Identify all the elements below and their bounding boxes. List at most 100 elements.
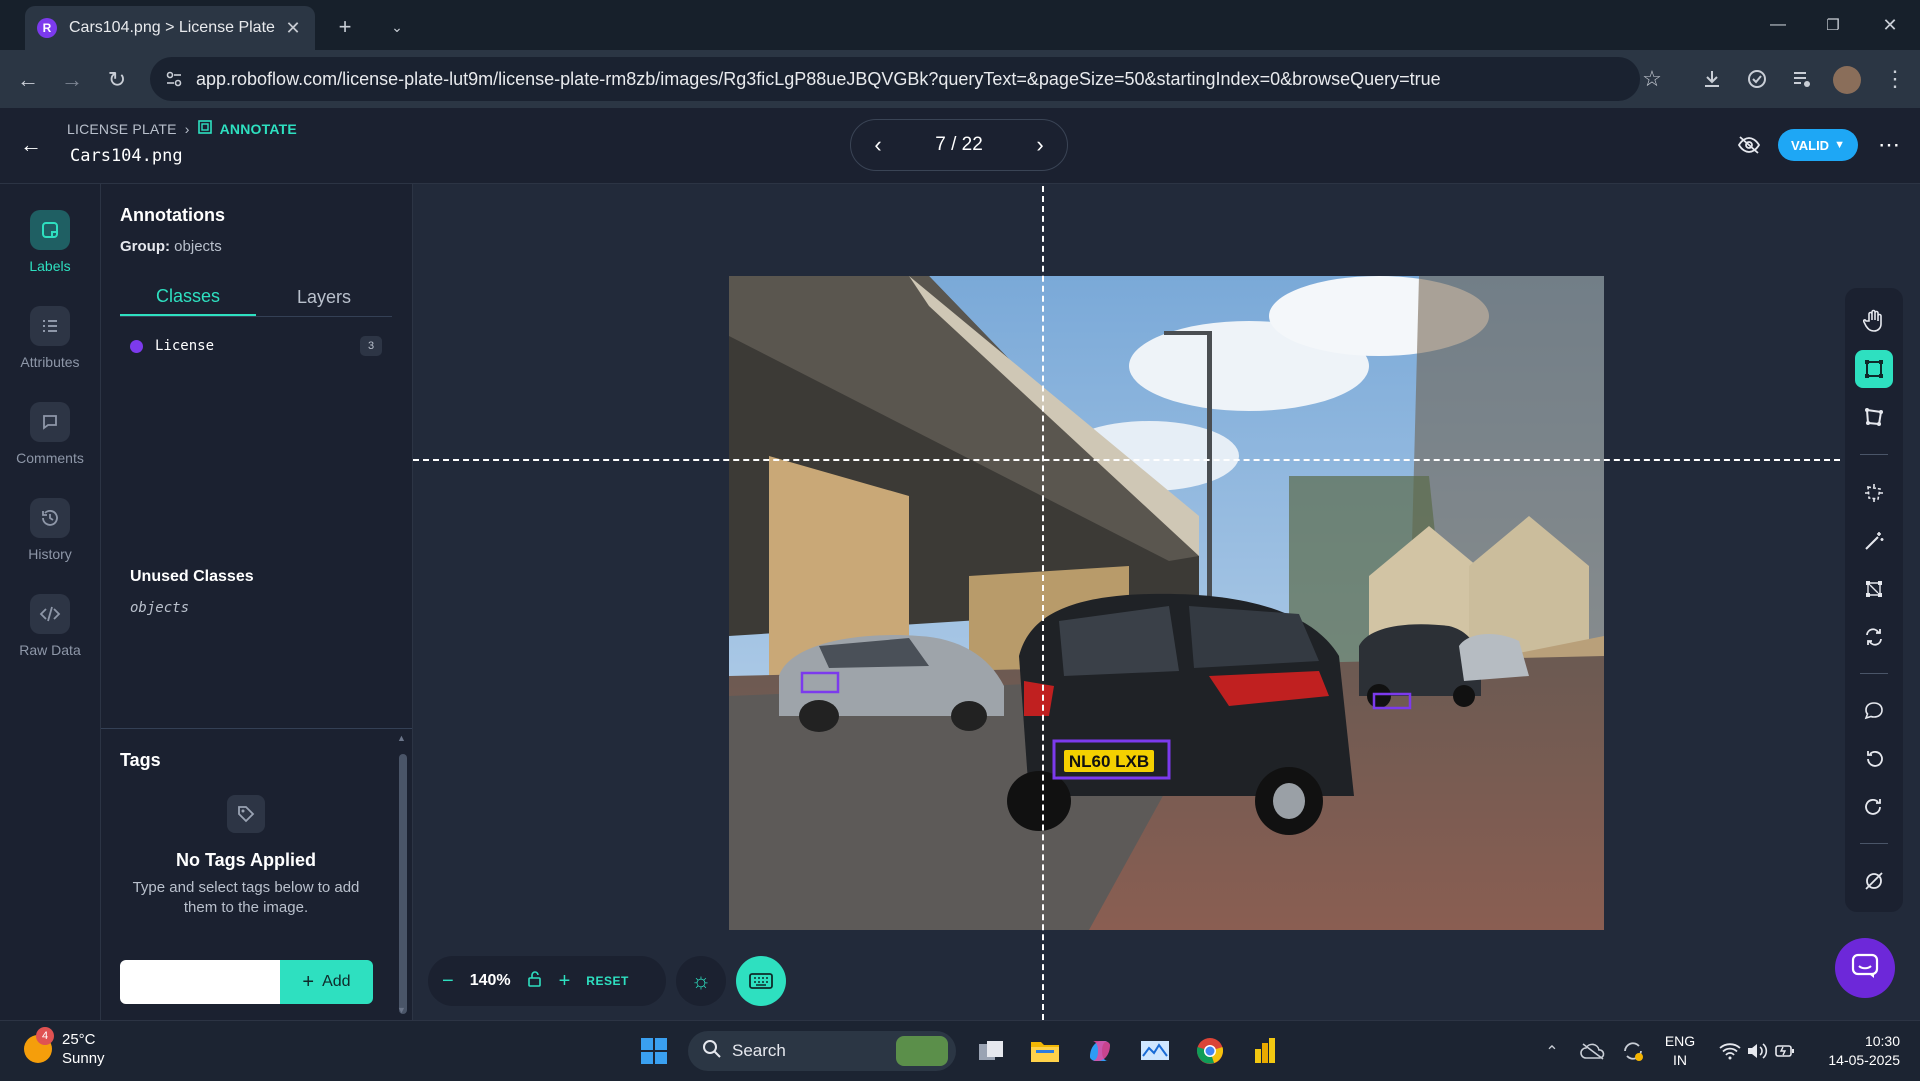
system-clock[interactable]: 10:30 14-05-2025	[1808, 1032, 1900, 1070]
undo-icon[interactable]	[1855, 740, 1893, 778]
more-options-icon[interactable]: ⋯	[1874, 130, 1904, 160]
brightness-icon[interactable]: ☼	[676, 956, 726, 1006]
keyboard-shortcuts-icon[interactable]	[736, 956, 786, 1006]
hand-icon[interactable]	[1855, 302, 1893, 340]
unused-class-item[interactable]: objects	[130, 600, 189, 616]
class-name: License	[155, 338, 215, 354]
panel-scrollbar[interactable]	[399, 754, 407, 1014]
rail-item-history[interactable]: History	[0, 498, 100, 562]
tab-layers[interactable]: Layers	[256, 278, 392, 316]
keypoint-icon[interactable]	[1855, 570, 1893, 608]
chrome-icon[interactable]	[1193, 1034, 1227, 1068]
prev-image-icon[interactable]: ‹	[863, 132, 893, 158]
sync-icon[interactable]	[1616, 1034, 1650, 1068]
zoom-in-icon[interactable]: +	[559, 970, 571, 993]
comment-icon	[30, 402, 70, 442]
url-text: app.roboflow.com/license-plate-lut9m/lic…	[196, 68, 1441, 89]
scroll-down-icon[interactable]: ▼	[397, 1005, 407, 1015]
forward-icon[interactable]: →	[56, 64, 88, 96]
rail-item-raw-data[interactable]: Raw Data	[0, 594, 100, 658]
close-tab-icon[interactable]: ✕	[281, 16, 305, 40]
group-info: Group: objects	[120, 238, 222, 255]
reload-icon[interactable]: ↻	[101, 64, 133, 96]
taskbar-search[interactable]: Search	[688, 1031, 956, 1071]
media-control-icon[interactable]	[1787, 64, 1817, 94]
rail-label-raw-data: Raw Data	[19, 642, 81, 658]
repeat-icon[interactable]	[1855, 618, 1893, 656]
polygon-icon[interactable]	[1855, 398, 1893, 436]
back-icon[interactable]: ←	[12, 64, 44, 96]
download-icon[interactable]	[1697, 64, 1727, 94]
windows-start-icon[interactable]	[637, 1034, 671, 1068]
class-color-dot	[130, 339, 143, 353]
lock-icon[interactable]	[527, 970, 543, 993]
scroll-up-icon[interactable]: ▲	[397, 733, 407, 743]
rail-label-labels: Labels	[29, 258, 71, 274]
redo-icon[interactable]	[1855, 788, 1893, 826]
rail-label-comments: Comments	[16, 450, 84, 466]
tab-classes[interactable]: Classes	[120, 278, 256, 316]
tab-list-chevron-icon[interactable]: ⌄	[382, 12, 412, 42]
bounding-box-icon[interactable]	[1855, 350, 1893, 388]
onedrive-icon[interactable]	[1576, 1034, 1610, 1068]
back-arrow-icon[interactable]: ←	[14, 130, 48, 160]
reset-zoom-button[interactable]: RESET	[586, 974, 629, 988]
bookmark-star-icon[interactable]: ☆	[1637, 64, 1667, 94]
group-label: Group:	[120, 238, 170, 255]
show-hidden-icons-chevron-icon[interactable]: ⌃	[1540, 1040, 1564, 1064]
tag-icon	[227, 795, 265, 833]
unused-classes-title: Unused Classes	[130, 568, 254, 585]
add-tag-button[interactable]: + Add	[280, 960, 373, 1004]
rail-item-labels[interactable]: Labels	[0, 210, 100, 274]
status-label: VALID	[1791, 137, 1830, 153]
class-row[interactable]: License 3	[130, 336, 382, 356]
browser-menu-icon[interactable]: ⋮	[1880, 64, 1910, 94]
temperature: 25°C	[62, 1031, 96, 1048]
language-line-1: ENG	[1664, 1033, 1696, 1049]
breadcrumb-project[interactable]: LICENSE PLATE	[67, 121, 177, 137]
weather-sun-icon: 4	[24, 1027, 54, 1063]
file-explorer-icon[interactable]	[1028, 1034, 1062, 1068]
panel-title: Annotations	[120, 205, 225, 225]
rail-label-attributes: Attributes	[20, 354, 80, 370]
annotate-icon	[197, 120, 212, 137]
search-label: Search	[732, 1041, 786, 1060]
weather-widget[interactable]: 4 25°C Sunny	[24, 1027, 105, 1068]
next-image-icon[interactable]: ›	[1025, 132, 1055, 158]
profile-avatar[interactable]	[1833, 66, 1861, 94]
clock-time: 10:30	[1864, 1033, 1900, 1049]
language-indicator[interactable]: ENG IN	[1660, 1032, 1700, 1070]
copilot-icon[interactable]	[1083, 1034, 1117, 1068]
tag-input[interactable]	[120, 960, 280, 1004]
smart-polygon-icon[interactable]	[1855, 474, 1893, 512]
restore-icon[interactable]: ❐	[1813, 10, 1853, 40]
address-bar[interactable]: app.roboflow.com/license-plate-lut9m/lic…	[150, 57, 1640, 101]
close-window-icon[interactable]: ✕	[1870, 10, 1910, 40]
extension-icon[interactable]	[1742, 64, 1772, 94]
null-icon[interactable]	[1855, 862, 1893, 900]
rail-item-attributes[interactable]: Attributes	[0, 306, 100, 370]
chat-icon	[1851, 953, 1879, 984]
task-view-icon[interactable]	[974, 1034, 1008, 1068]
browser-tab[interactable]: R Cars104.png > License Plate ✕	[25, 6, 315, 50]
car-photo[interactable]: NL60 LXB	[729, 276, 1604, 930]
battery-icon[interactable]	[1768, 1034, 1802, 1068]
site-info-icon[interactable]	[164, 69, 184, 94]
monitor-app-icon[interactable]	[1138, 1034, 1172, 1068]
power-bi-icon[interactable]	[1248, 1034, 1282, 1068]
tab-title: Cars104.png > License Plate	[69, 19, 275, 36]
clock-date: 14-05-2025	[1828, 1052, 1900, 1068]
valid-status-dropdown[interactable]: VALID ▼	[1778, 129, 1858, 161]
comment-icon[interactable]	[1855, 692, 1893, 730]
toolbar-divider	[1860, 673, 1888, 674]
zoom-out-icon[interactable]: −	[442, 970, 454, 993]
minimize-icon[interactable]: —	[1758, 10, 1798, 40]
new-tab-icon[interactable]: +	[330, 12, 360, 42]
history-icon	[30, 498, 70, 538]
toolbar-divider	[1860, 843, 1888, 844]
magic-wand-icon[interactable]	[1855, 522, 1893, 560]
weather-badge: 4	[36, 1027, 54, 1045]
support-chat-button[interactable]	[1835, 938, 1895, 998]
rail-item-comments[interactable]: Comments	[0, 402, 100, 466]
hide-annotations-icon[interactable]	[1732, 130, 1766, 160]
